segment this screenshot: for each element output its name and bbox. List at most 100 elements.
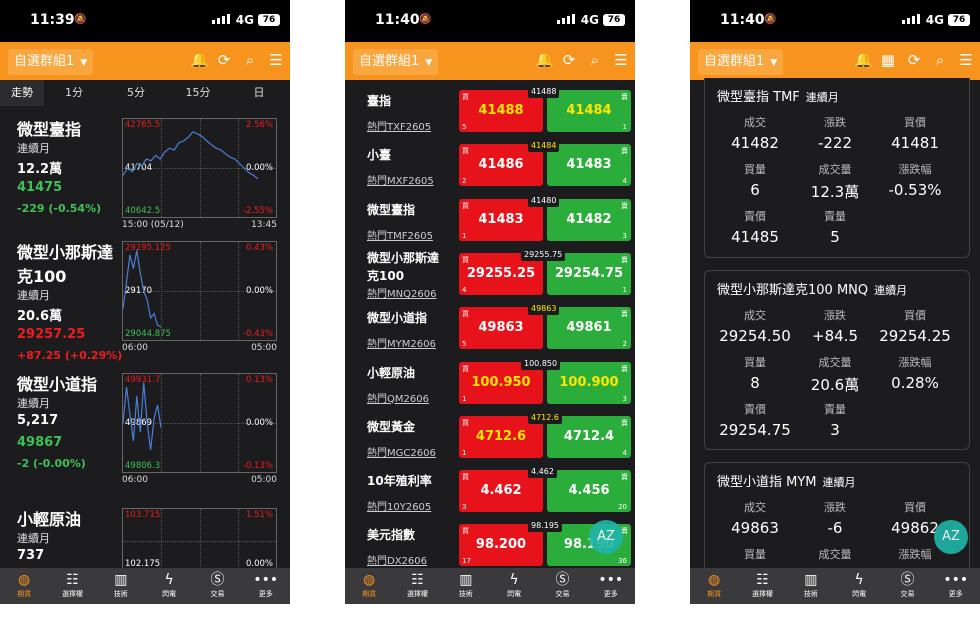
nav-item-0[interactable]: ◍ 期貨 bbox=[345, 568, 393, 604]
contract-code-link[interactable]: 熱門MGC2606 bbox=[367, 444, 436, 459]
search-icon[interactable]: ⌕ bbox=[587, 51, 603, 69]
quote-row[interactable]: 10年殖利率 熱門10Y2605 買 4.462 3 賣 4.456 20 4.462 bbox=[345, 462, 635, 516]
price-line-svg bbox=[123, 131, 259, 180]
intraday-chart[interactable]: 29295.125 0.43% 29170 0.00% 29044.875 -0.43% bbox=[122, 241, 277, 341]
contract-code-link[interactable]: 熱門TMF2605 bbox=[367, 227, 433, 242]
refresh-icon[interactable]: ⟳ bbox=[561, 51, 577, 69]
trend-row[interactable]: 微型小那斯達克100 連續月 20.6萬 29257.25 +87.25 (+0.29%… bbox=[0, 229, 290, 362]
nav-item-5[interactable]: ••• 更多 bbox=[932, 568, 980, 604]
quote-row[interactable]: 微型臺指 熱門TMF2605 買 41483 1 賣 41482 3 41480 bbox=[345, 191, 635, 245]
clock: 11:40 bbox=[720, 12, 765, 28]
time-end: 05:00 bbox=[251, 343, 277, 353]
nav-item-1[interactable]: ☷ 選擇權 bbox=[48, 568, 96, 604]
nav-item-4[interactable]: Ⓢ 交易 bbox=[193, 568, 241, 604]
detail-card[interactable]: 微型小那斯達克100 MNQ 連續月 成交 29254.50 漲跌 +84.5 買價 2925… bbox=[704, 270, 970, 450]
group-selector[interactable]: 自選群組1 ▼ bbox=[698, 49, 784, 75]
field-label: 成交 bbox=[744, 309, 766, 322]
contract-name: 微型臺指 bbox=[17, 120, 82, 139]
trend-row[interactable]: 微型小道指 連續月 5,217 49867 -2 (-0.00%) 49931.7 0.13… bbox=[0, 361, 290, 485]
bell-icon[interactable]: 🔔 bbox=[854, 51, 873, 69]
quote-row[interactable]: 小臺 熱門MXF2605 買 41486 2 賣 41483 4 41484 bbox=[345, 136, 635, 190]
tab-4[interactable]: 日 bbox=[228, 80, 290, 106]
ask-button[interactable]: 賣 49861 2 bbox=[547, 307, 631, 350]
nav-item-3[interactable]: ϟ 閃電 bbox=[835, 568, 883, 604]
nav-item-1[interactable]: ☷ 選擇權 bbox=[393, 568, 441, 604]
quote-row[interactable]: 微型黃金 熱門MGC2606 買 4712.6 1 賣 4712.4 4 4712.6 bbox=[345, 408, 635, 462]
quote-row[interactable]: 臺指 熱門TXF2605 買 41488 5 賣 41484 1 41488 bbox=[345, 82, 635, 136]
menu-icon[interactable]: ☰ bbox=[268, 51, 284, 69]
quote-row[interactable]: 微型小那斯達克100 熱門MNQ2606 買 29255.25 4 賣 29254.75 1 2… bbox=[345, 245, 635, 300]
interval-tabs: 走勢 1分 5分 15分日 bbox=[0, 80, 290, 106]
quote-row[interactable]: 微型小道指 熱門MYM2606 買 49863 5 賣 49861 2 49863 bbox=[345, 299, 635, 353]
intraday-chart[interactable]: 49931.7 0.13% 49869 0.00% 49806.3 -0.13% bbox=[122, 373, 277, 473]
bell-icon[interactable]: 🔔 bbox=[535, 51, 554, 69]
nav-item-1[interactable]: ☷ 選擇權 bbox=[738, 568, 786, 604]
tab-0[interactable]: 走勢 bbox=[0, 80, 44, 106]
grid-add-icon[interactable]: ▦ bbox=[880, 51, 896, 69]
contract-code-link[interactable]: 熱門MXF2605 bbox=[367, 172, 434, 187]
contract-code-link[interactable]: 熱門TXF2605 bbox=[367, 118, 431, 133]
price-line bbox=[123, 382, 162, 451]
bell-icon[interactable]: 🔔 bbox=[190, 51, 209, 69]
quote-field: 買量 6 bbox=[715, 161, 795, 199]
nav-item-5[interactable]: ••• 更多 bbox=[242, 568, 290, 604]
field-value: 12.3萬 bbox=[810, 183, 860, 201]
intraday-chart[interactable]: 103.715 1.51% 102.175 0.00% bbox=[122, 508, 277, 574]
network-label: 4G bbox=[580, 13, 599, 27]
az-floating-button[interactable]: AZ bbox=[589, 520, 623, 554]
refresh-icon[interactable]: ⟳ bbox=[906, 51, 922, 69]
intraday-chart[interactable]: 42765.5 2.56% 41704 0.00% 40642.5 -2.55% bbox=[122, 118, 277, 218]
group-selector[interactable]: 自選群組1 ▼ bbox=[8, 49, 94, 75]
time-start: 06:00 bbox=[122, 475, 148, 485]
quote-field: 漲跌幅 -0.53% bbox=[875, 161, 955, 199]
ask-button[interactable]: 賣 41482 3 bbox=[547, 198, 631, 241]
field-label: 賣量 bbox=[824, 210, 846, 223]
quote-field: 成交量 20.6萬 bbox=[795, 354, 875, 395]
contract-code-link[interactable]: 熱門MNQ2606 bbox=[367, 285, 436, 300]
nav-item-0[interactable]: ◍ 期貨 bbox=[0, 568, 48, 604]
contract-code-link[interactable]: 熱門QM2606 bbox=[367, 390, 429, 405]
nav-item-3[interactable]: ϟ 閃電 bbox=[145, 568, 193, 604]
refresh-icon[interactable]: ⟳ bbox=[216, 51, 232, 69]
nav-item-5[interactable]: ••• 更多 bbox=[587, 568, 635, 604]
menu-icon[interactable]: ☰ bbox=[613, 51, 629, 69]
more-icon: ••• bbox=[253, 572, 279, 588]
nav-item-0[interactable]: ◍ 期貨 bbox=[690, 568, 738, 604]
contract-name: 微型小道指 bbox=[17, 375, 98, 394]
contract-code-link[interactable]: 熱門DX2606 bbox=[367, 552, 427, 567]
nav-item-2[interactable]: ▥ 技術 bbox=[787, 568, 835, 604]
nav-item-4[interactable]: Ⓢ 交易 bbox=[883, 568, 931, 604]
ask-qty: 2 bbox=[622, 340, 627, 349]
bid-qty: 2 bbox=[462, 177, 467, 186]
ask-button[interactable]: 賣 4.456 20 bbox=[547, 470, 631, 513]
time-axis: 06:00 05:00 bbox=[122, 343, 277, 353]
detail-card[interactable]: 微型臺指 TMF 連續月 成交 41482 漲跌 -222 買價 41481 買量 6 成交量 12.… bbox=[704, 78, 970, 258]
tab-1[interactable]: 1分 bbox=[44, 80, 104, 106]
search-icon[interactable]: ⌕ bbox=[932, 51, 948, 69]
nav-item-4[interactable]: Ⓢ 交易 bbox=[538, 568, 586, 604]
az-floating-button[interactable]: AZ bbox=[934, 520, 968, 554]
ask-qty: 20 bbox=[618, 503, 627, 512]
ask-button[interactable]: 賣 41483 4 bbox=[547, 144, 631, 187]
battery-icon: 76 bbox=[948, 14, 970, 26]
bid-qty: 5 bbox=[462, 123, 467, 131]
nav-item-2[interactable]: ▥ 技術 bbox=[442, 568, 490, 604]
quote-row[interactable]: 小輕原油 熱門QM2606 買 100.950 1 賣 100.900 3 100.850 bbox=[345, 354, 635, 408]
volume: 737 bbox=[17, 548, 45, 563]
trend-row[interactable]: 微型臺指 連續月 12.2萬 41475 -229 (-0.54%) 42765.5 2.5… bbox=[0, 106, 290, 230]
group-selector[interactable]: 自選群組1 ▼ bbox=[353, 49, 439, 75]
tab-2[interactable]: 5分 bbox=[104, 80, 168, 106]
tab-3[interactable]: 15分 bbox=[168, 80, 228, 106]
mute-icon: 🔕 bbox=[764, 14, 777, 25]
menu-icon[interactable]: ☰ bbox=[958, 51, 974, 69]
quote-field: 漲跌 -6 bbox=[795, 499, 875, 537]
card-title-text: 微型小那斯達克100 MNQ bbox=[717, 283, 869, 298]
contract-code-link[interactable]: 熱門MYM2606 bbox=[367, 335, 436, 350]
ask-button[interactable]: 賣 41484 1 bbox=[547, 90, 631, 132]
bid-label: 買 bbox=[462, 418, 469, 427]
contract-type: 連續月 bbox=[17, 532, 50, 545]
nav-item-2[interactable]: ▥ 技術 bbox=[97, 568, 145, 604]
nav-item-3[interactable]: ϟ 閃電 bbox=[490, 568, 538, 604]
contract-code-link[interactable]: 熱門10Y2605 bbox=[367, 498, 431, 513]
search-icon[interactable]: ⌕ bbox=[242, 51, 258, 69]
